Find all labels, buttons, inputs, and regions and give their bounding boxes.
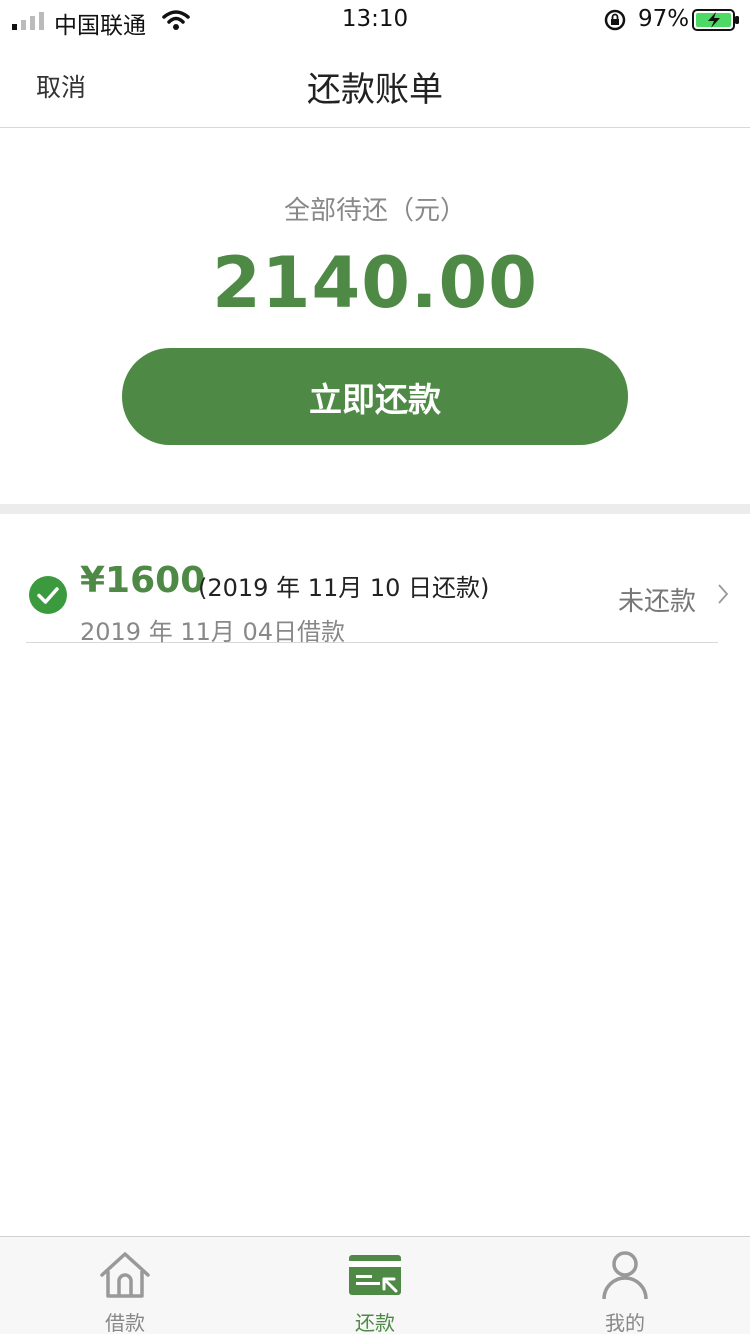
total-due-label: 全部待还（元）	[283, 196, 466, 226]
battery-percent: 97%	[638, 6, 690, 32]
chevron-right-icon	[718, 584, 729, 604]
tab-mine[interactable]: 我的	[500, 1237, 750, 1334]
bill-borrow-date: 2019 年 11月 04日借款	[80, 618, 346, 646]
page-title: 还款账单	[307, 70, 443, 110]
repayment-card-icon	[349, 1255, 401, 1295]
tab-repay-label: 还款	[355, 1311, 395, 1334]
bill-amount: ¥1600	[80, 560, 206, 601]
navigation-bar: 取消 还款账单	[0, 40, 750, 128]
battery-charging-icon	[692, 9, 739, 31]
total-due-amount: 2140.00	[212, 242, 538, 324]
tab-bar: 借款 还款 我的	[0, 1236, 750, 1334]
bill-due-date: (2019 年 11月 10 日还款)	[198, 574, 490, 602]
check-circle-icon	[29, 576, 67, 614]
user-icon	[602, 1251, 648, 1300]
tab-borrow-label: 借款	[105, 1311, 145, 1334]
home-icon	[100, 1252, 150, 1298]
bill-status: 未还款	[618, 587, 697, 617]
section-divider	[0, 504, 750, 514]
tab-repay[interactable]: 还款	[250, 1237, 500, 1334]
status-bar: 中国联通 13:10 97%	[0, 0, 750, 40]
tab-borrow[interactable]: 借款	[0, 1237, 250, 1334]
tab-mine-label: 我的	[605, 1311, 645, 1334]
pay-now-button[interactable]: 立即还款	[122, 348, 628, 445]
orientation-lock-icon	[604, 9, 626, 31]
bill-list-item[interactable]: ¥1600 (2019 年 11月 10 日还款) 2019 年 11月 04日…	[26, 548, 729, 646]
